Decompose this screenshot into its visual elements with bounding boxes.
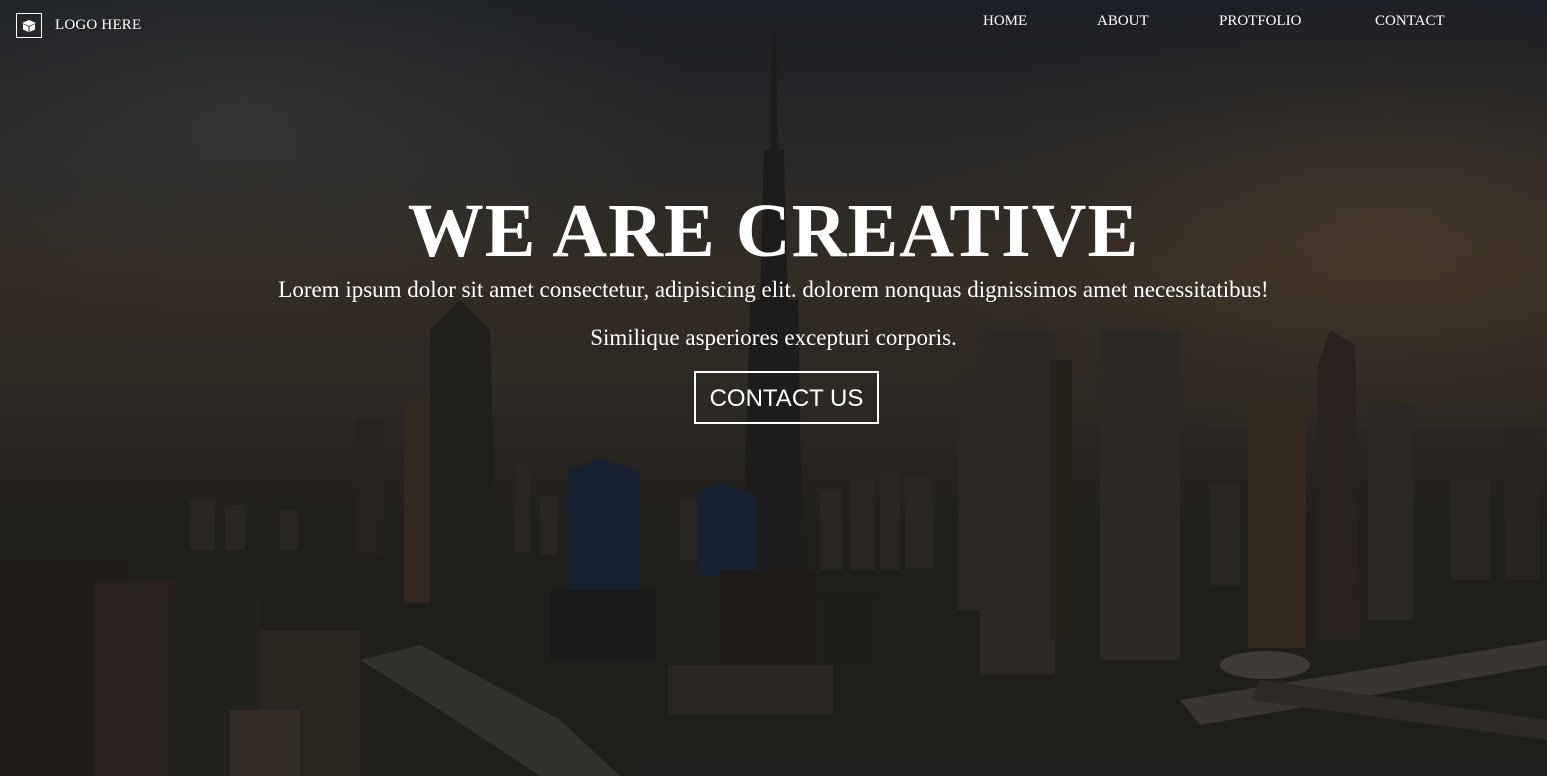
hero-section: WE ARE CREATIVE Lorem ipsum dolor sit am… bbox=[0, 0, 1547, 776]
hero-headline: WE ARE CREATIVE bbox=[407, 189, 1140, 273]
hero-subtagline: Similique asperiores excepturi corporis. bbox=[590, 325, 957, 350]
contact-us-button[interactable]: CONTACT US bbox=[694, 371, 879, 424]
hero-tagline: Lorem ipsum dolor sit amet consectetur, … bbox=[278, 277, 1269, 302]
